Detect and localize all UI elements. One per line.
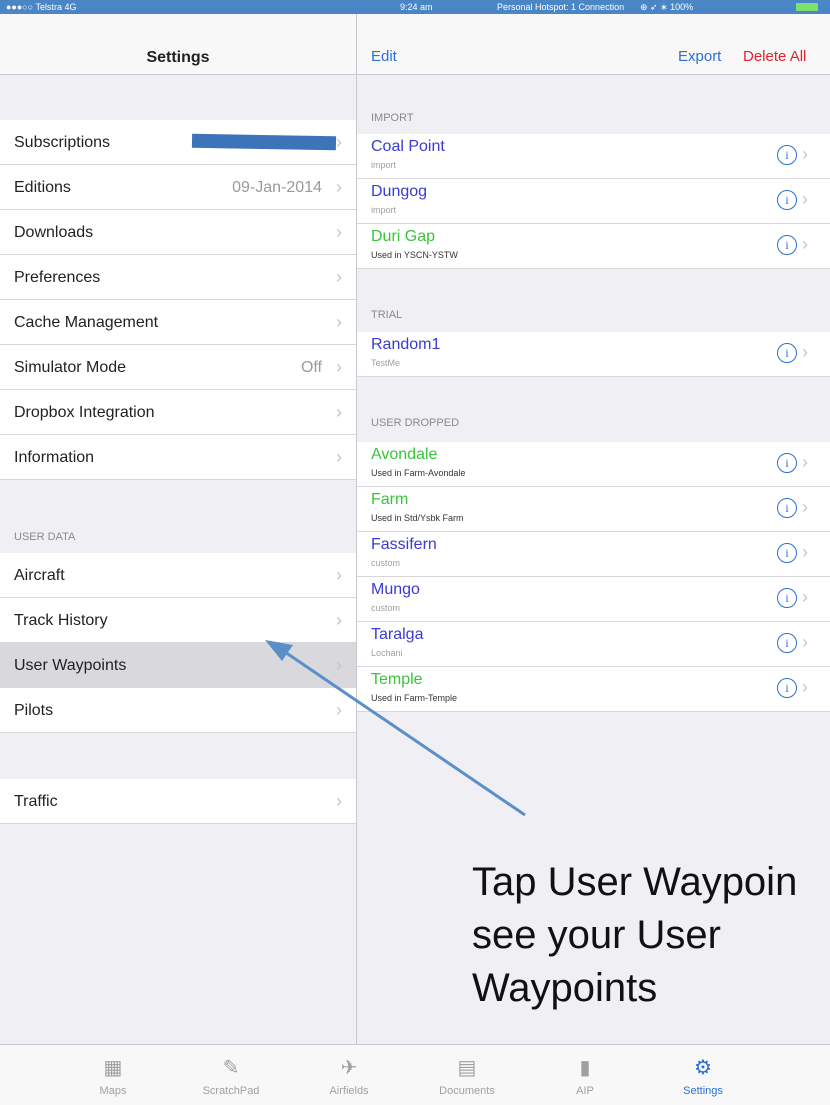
tab-maps[interactable]: ▦ Maps [58, 1045, 168, 1105]
tab-settings[interactable]: ⚙ Settings [648, 1045, 758, 1105]
tab-label: Settings [683, 1085, 723, 1097]
tab-label: AIP [576, 1085, 594, 1097]
tab-label: Airfields [329, 1085, 369, 1097]
tab-documents[interactable]: ▤ Documents [412, 1045, 522, 1105]
annotation-text: Tap User Waypoin see your User Waypoints [472, 856, 797, 1015]
gear-icon: ⚙ [694, 1057, 712, 1079]
tab-airfields[interactable]: ✈ Airfields [294, 1045, 404, 1105]
palette-icon: ✎ [222, 1057, 240, 1079]
annotation-line-1: Tap User Waypoin [472, 860, 798, 904]
tab-label: Documents [439, 1085, 495, 1097]
tab-label: ScratchPad [202, 1085, 260, 1097]
tab-aip[interactable]: ▮ AIP [530, 1045, 640, 1105]
documents-icon: ▤ [457, 1057, 477, 1079]
arrow-line [281, 648, 526, 817]
airplane-icon: ✈ [340, 1057, 358, 1079]
map-icon: ▦ [103, 1057, 123, 1079]
arrow-head [265, 640, 293, 661]
tab-bar: ▦ Maps ✎ ScratchPad ✈ Airfields ▤ Docume… [0, 1044, 830, 1105]
annotation-line-2: see your User [472, 913, 721, 957]
tab-scratchpad[interactable]: ✎ ScratchPad [176, 1045, 286, 1105]
annotation-line-3: Waypoints [472, 966, 658, 1010]
tab-label: Maps [99, 1085, 127, 1097]
book-icon: ▮ [579, 1057, 591, 1079]
